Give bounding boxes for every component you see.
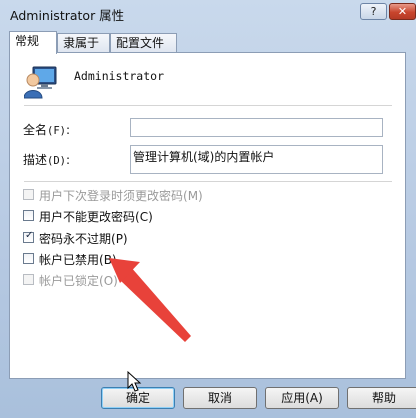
checkbox-box[interactable] bbox=[23, 253, 34, 264]
cancel-button[interactable]: 取消 bbox=[183, 387, 257, 409]
tab-general[interactable]: 常规 bbox=[9, 31, 57, 54]
tab-member-of[interactable]: 隶属于 bbox=[57, 33, 110, 52]
help-title-button[interactable]: ? bbox=[360, 3, 387, 20]
help-icon: ? bbox=[370, 5, 377, 18]
properties-dialog: Administrator 属性 ? ✕ 常规 隶属于 配置文件 Adminis… bbox=[0, 0, 416, 418]
user-name: Administrator bbox=[74, 69, 165, 83]
checkbox-box[interactable] bbox=[23, 210, 34, 221]
checkbox-box[interactable]: ✓ bbox=[23, 230, 34, 243]
apply-button[interactable]: 应用(A) bbox=[265, 387, 339, 409]
description-input[interactable]: 管理计算机(域)的内置帐户 bbox=[130, 145, 383, 174]
checkbox-box[interactable] bbox=[23, 189, 34, 200]
ok-button[interactable]: 确定 bbox=[101, 387, 175, 409]
check-icon: ✓ bbox=[25, 230, 34, 241]
divider-top bbox=[24, 105, 392, 106]
title-bar[interactable]: Administrator 属性 ? ✕ bbox=[0, 0, 416, 28]
checkbox-box[interactable] bbox=[23, 274, 34, 285]
general-panel: Administrator 全名(F): 描述(D): 管理计算机(域)的内置帐… bbox=[9, 52, 406, 379]
close-icon: ✕ bbox=[397, 5, 408, 18]
full-name-label: 全名(F): bbox=[23, 123, 71, 137]
close-button[interactable]: ✕ bbox=[389, 3, 416, 20]
description-label: 描述(D): bbox=[23, 153, 71, 167]
user-computer-icon bbox=[24, 66, 57, 99]
help-button[interactable]: 帮助 bbox=[347, 387, 416, 409]
window-title: Administrator 属性 bbox=[10, 8, 125, 23]
full-name-input[interactable] bbox=[130, 118, 383, 137]
divider-middle bbox=[24, 181, 392, 182]
tab-profile[interactable]: 配置文件 bbox=[110, 33, 177, 52]
